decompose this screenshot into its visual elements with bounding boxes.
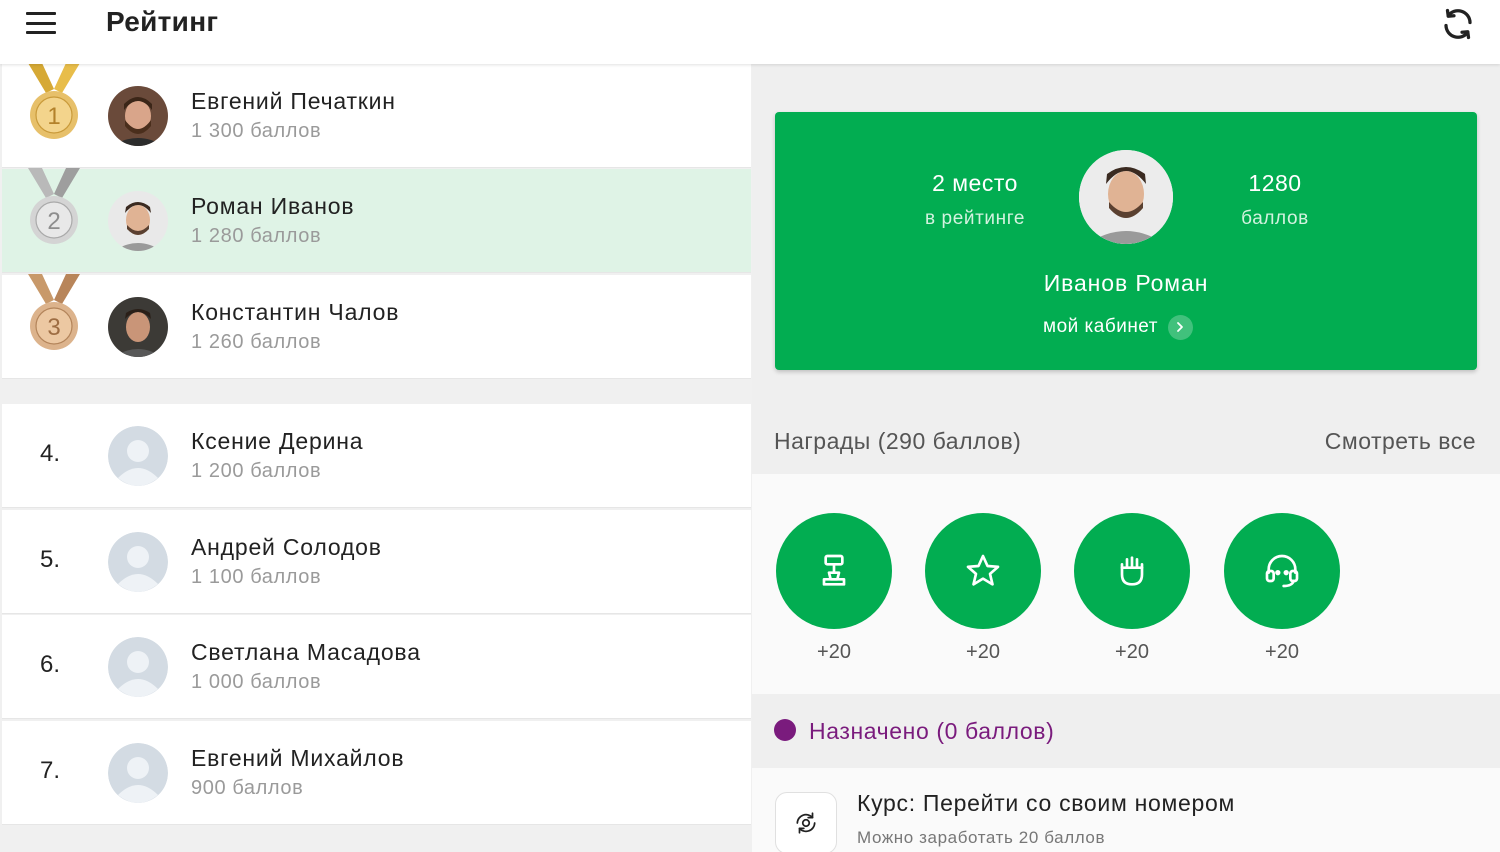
- avatar-placeholder-icon: [108, 532, 168, 592]
- ranking-row[interactable]: 3 Константин Чалов 1 260 баллов: [2, 274, 751, 379]
- rank-number: 4.: [40, 440, 61, 467]
- star-icon: [925, 513, 1041, 629]
- awards-header: Награды (290 баллов) Смотреть все: [752, 412, 1500, 474]
- medal-rank-number: 2: [47, 208, 60, 235]
- avatar-placeholder-icon: [108, 637, 168, 697]
- user-points: 1280: [1248, 170, 1302, 196]
- phone-transfer-icon: [775, 792, 837, 852]
- medal-rank-number: 3: [47, 314, 60, 341]
- user-score: 1 000 баллов: [191, 671, 322, 693]
- my-cabinet-label: мой кабинет: [1043, 316, 1158, 337]
- ranking-row-current-user[interactable]: 2 Роман Иванов 1 280 баллов: [2, 168, 751, 273]
- profile-card: 2 место в рейтинге 1280 баллов Иванов Ро…: [775, 112, 1477, 370]
- chevron-right-icon: [1167, 314, 1193, 340]
- user-score: 1 280 баллов: [191, 225, 322, 247]
- ranking-list: 1 Евгений Печаткин 1 300 баллов 2 Роман …: [0, 63, 752, 852]
- course-title: Курс: Перейти со своим номером: [857, 790, 1235, 816]
- award-badge[interactable]: +20: [1074, 513, 1190, 664]
- ranking-row[interactable]: 1 Евгений Печаткин 1 300 баллов: [2, 63, 751, 168]
- medal-rank-number: 1: [47, 103, 60, 130]
- user-score: 900 баллов: [191, 777, 304, 799]
- award-badge[interactable]: +20: [776, 513, 892, 664]
- award-badge[interactable]: +20: [925, 513, 1041, 664]
- bronze-medal-icon: 3: [28, 274, 80, 350]
- trophy-icon: [776, 513, 892, 629]
- assigned-header: Назначено (0 баллов): [752, 694, 1500, 768]
- avatar: [108, 191, 168, 251]
- ranking-row[interactable]: 7. Евгений Михайлов 900 баллов: [2, 721, 751, 825]
- silver-medal-icon: 2: [28, 168, 80, 244]
- user-points-label: баллов: [1241, 208, 1309, 229]
- user-score: 1 300 баллов: [191, 120, 322, 142]
- user-place-label: в рейтинге: [924, 208, 1025, 229]
- ranking-row[interactable]: 6. Светлана Масадова 1 000 баллов: [2, 615, 751, 719]
- profile-avatar: [1079, 150, 1173, 244]
- award-points: +20: [1265, 641, 1299, 663]
- user-place: 2 место: [932, 170, 1018, 196]
- award-points: +20: [1115, 641, 1149, 663]
- refresh-icon[interactable]: [1440, 6, 1476, 42]
- award-points: +20: [966, 641, 1000, 663]
- assigned-status-dot: [774, 719, 796, 741]
- user-score: 1 200 баллов: [191, 460, 322, 482]
- user-score: 1 260 баллов: [191, 331, 322, 353]
- user-name: Ксение Дерина: [191, 428, 364, 454]
- rank-number: 6.: [40, 651, 61, 678]
- course-item[interactable]: Курс: Перейти со своим номером Можно зар…: [752, 768, 1500, 852]
- user-score: 1 100 баллов: [191, 566, 322, 588]
- menu-icon[interactable]: [26, 12, 56, 34]
- ranking-row[interactable]: 4. Ксение Дерина 1 200 баллов: [2, 404, 751, 508]
- course-subtitle: Можно заработать 20 баллов: [857, 828, 1106, 847]
- award-badge[interactable]: +20: [1224, 513, 1340, 664]
- avatar: [108, 86, 168, 146]
- award-points: +20: [817, 641, 851, 663]
- assigned-title: Назначено (0 баллов): [809, 718, 1055, 744]
- awards-list: +20 +20 +20 +20: [752, 474, 1500, 694]
- page-title: Рейтинг: [106, 6, 219, 37]
- user-name: Константин Чалов: [191, 299, 400, 325]
- profile-name: Иванов Роман: [1043, 270, 1209, 296]
- ranking-row[interactable]: 5. Андрей Солодов 1 100 баллов: [2, 510, 751, 614]
- see-all-link[interactable]: Смотреть все: [1325, 428, 1476, 455]
- profile-panel: 2 место в рейтинге 1280 баллов Иванов Ро…: [752, 64, 1500, 852]
- user-name: Евгений Печаткин: [191, 88, 396, 114]
- avatar-placeholder-icon: [108, 743, 168, 803]
- headset-icon: [1224, 513, 1340, 629]
- rank-number: 7.: [40, 757, 61, 784]
- rank-number: 5.: [40, 546, 61, 573]
- awards-title: Награды (290 баллов): [774, 428, 1022, 454]
- user-name: Андрей Солодов: [191, 534, 382, 560]
- user-name: Светлана Масадова: [191, 639, 421, 665]
- top-app-bar: Рейтинг: [0, 0, 1500, 64]
- user-name: Евгений Михайлов: [191, 745, 405, 771]
- gold-medal-icon: 1: [28, 63, 80, 139]
- my-cabinet-link[interactable]: мой кабинет: [1043, 313, 1193, 341]
- avatar-placeholder-icon: [108, 426, 168, 486]
- avatar: [108, 297, 168, 357]
- user-name: Роман Иванов: [191, 193, 355, 219]
- fist-icon: [1074, 513, 1190, 629]
